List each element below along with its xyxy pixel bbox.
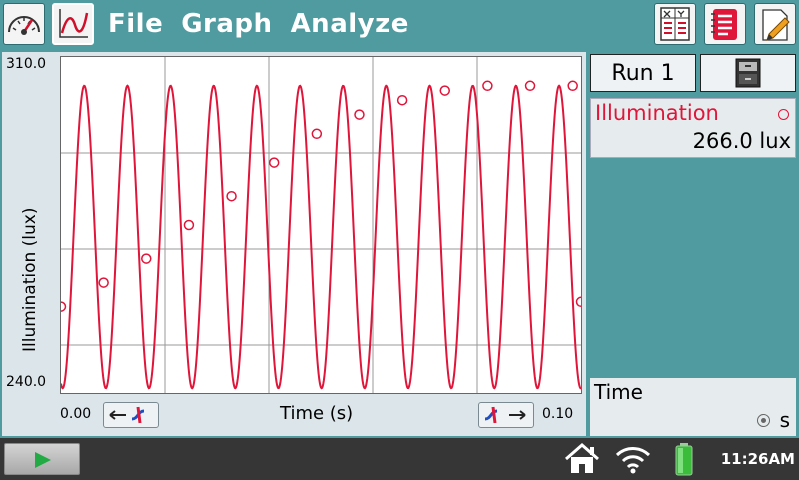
y-axis-label[interactable]: Illumination (lux) (20, 208, 40, 353)
table-view-icon[interactable] (654, 3, 696, 45)
graph-panel: 310.0 240.0 Illumination (lux) 0.00 Time… (2, 52, 587, 436)
data-point (354, 109, 365, 120)
data-point (183, 219, 195, 231)
menu-graph[interactable]: Graph (181, 9, 272, 39)
data-point (141, 253, 152, 264)
meter-view-icon[interactable] (3, 3, 45, 45)
graph-plot-area[interactable] (55, 56, 587, 394)
data-point (226, 190, 237, 202)
data-point (98, 277, 109, 288)
scroll-left-button[interactable] (103, 402, 159, 428)
data-point (396, 94, 408, 106)
home-icon[interactable] (562, 442, 602, 476)
system-bar: 11:26AM (0, 438, 799, 480)
menu-analyze[interactable]: Analyze (291, 9, 409, 39)
wifi-icon[interactable] (614, 444, 652, 474)
scroll-right-button[interactable] (478, 402, 534, 428)
meter-sensor-name: Illumination (595, 101, 719, 125)
x-axis-max[interactable]: 0.10 (542, 406, 573, 422)
meter-value: 266.0 lux (692, 129, 791, 153)
run-label: Run 1 (611, 60, 675, 86)
y-axis-max[interactable]: 310.0 (6, 56, 46, 72)
graph-view-icon[interactable] (52, 3, 94, 45)
notes-icon[interactable] (704, 3, 746, 45)
data-point (268, 157, 280, 168)
status-clock: 11:26AM (720, 450, 795, 468)
x-axis-label[interactable]: Time (s) (280, 403, 353, 424)
right-panel: Run 1 Illumination 266.0 lux Time s (588, 52, 798, 436)
data-point (524, 80, 536, 92)
x-axis-min[interactable]: 0.00 (60, 406, 91, 422)
time-column-panel[interactable]: Time s (590, 378, 796, 436)
target-icon (757, 414, 770, 427)
y-axis-min[interactable]: 240.0 (6, 374, 46, 390)
start-collection-button[interactable] (4, 443, 80, 475)
battery-icon[interactable] (674, 442, 694, 476)
file-cabinet-icon (735, 58, 761, 88)
menu-bar: File Graph Analyze (108, 4, 409, 44)
menu-file[interactable]: File (108, 9, 163, 39)
pencil-notes-icon[interactable] (754, 3, 796, 45)
data-point (311, 128, 323, 140)
data-point (567, 80, 578, 92)
graph-svg (55, 57, 587, 393)
data-point (482, 80, 493, 92)
data-point (575, 296, 587, 308)
file-cabinet-button[interactable] (700, 54, 796, 92)
time-unit: s (779, 408, 790, 432)
top-toolbar: File Graph Analyze (0, 0, 799, 48)
data-point (439, 85, 451, 96)
series-marker-icon (778, 109, 789, 120)
illumination-meter[interactable]: Illumination 266.0 lux (590, 98, 796, 158)
data-point (55, 301, 67, 312)
run-select-button[interactable]: Run 1 (590, 54, 696, 92)
time-label: Time (594, 380, 643, 404)
